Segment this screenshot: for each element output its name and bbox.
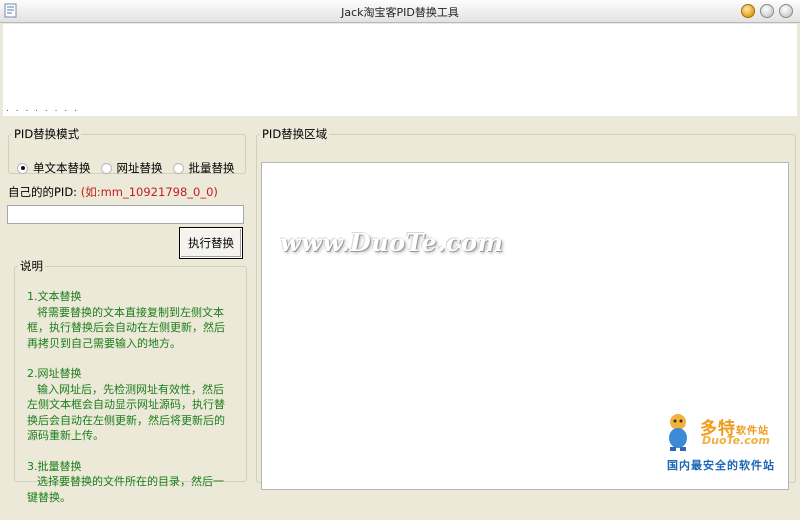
note-heading: 1.文本替换 <box>27 290 82 303</box>
note-heading: 2.网址替换 <box>27 367 82 380</box>
radio-label: 网址替换 <box>116 161 163 175</box>
mode-group: PID替换模式 单文本替换 网址替换 批量替换 <box>8 126 246 176</box>
note-body: 选择要替换的文件所在的目录，然后一键替换。 <box>27 475 224 504</box>
mascot-icon <box>669 414 687 451</box>
logo-slogan: 国内最安全的软件站 <box>667 459 775 472</box>
note-body: 输入网址后，先检测网址有效性，然后左侧文本框会自动显示网址源码，执行替换后会自动… <box>27 382 225 443</box>
replace-area-legend: PID替换区域 <box>262 127 328 141</box>
notes-text: 1.文本替换 将需要替换的文本直接复制到左侧文本框，执行替换后会自动在左侧更新，… <box>27 289 232 520</box>
radio-dot-selected[interactable] <box>17 162 28 174</box>
radio-dot[interactable] <box>172 162 184 174</box>
note-section: 3.批量替换 选择要替换的文件所在的目录，然后一键替换。 <box>27 459 232 506</box>
notes-legend: 说明 <box>20 259 43 273</box>
window-title: Jack淘宝客PID替换工具 <box>341 6 459 19</box>
radio-batch[interactable]: 批量替换 <box>172 160 235 176</box>
mode-group-legend: PID替换模式 <box>14 127 80 141</box>
note-section: 1.文本替换 将需要替换的文本直接复制到左侧文本框，执行替换后会自动在左侧更新，… <box>27 289 232 351</box>
pid-label: 自己的的PID: (如:mm_10921798_0_0) <box>8 184 218 200</box>
radio-label: 批量替换 <box>188 161 235 175</box>
close-button[interactable] <box>779 4 793 18</box>
notes-group: 说明 1.文本替换 将需要替换的文本直接复制到左侧文本框，执行替换后会自动在左侧… <box>14 258 247 504</box>
watermark: www.DuoTe.com <box>280 228 504 257</box>
pid-example: (如:mm_10921798_0_0) <box>80 185 218 199</box>
pid-label-text: 自己的的PID: <box>8 185 78 199</box>
note-body: 将需要替换的文本直接复制到左侧文本框，执行替换后会自动在左侧更新，然后再拷贝到自… <box>27 305 225 350</box>
radio-url[interactable]: 网址替换 <box>100 160 163 176</box>
note-heading: 3.批量替换 <box>27 459 82 473</box>
radio-label: 单文本替换 <box>33 161 91 175</box>
execute-replace-button[interactable]: 执行替换 <box>179 227 243 259</box>
browser-area[interactable] <box>3 24 797 116</box>
pid-input[interactable] <box>7 205 244 224</box>
title-bar: Jack淘宝客PID替换工具 <box>0 0 800 23</box>
minimize-button[interactable] <box>741 4 755 18</box>
status-dots: . . . . . . . . <box>6 104 79 114</box>
logo-url: DuoTe.com <box>702 434 770 447</box>
radio-single-text[interactable]: 单文本替换 <box>17 160 91 176</box>
radio-dot[interactable] <box>100 162 112 174</box>
duote-logo: 多特软件站 DuoTe.com 国内最安全的软件站 <box>665 412 795 474</box>
note-section: 2.网址替换 输入网址后，先检测网址有效性，然后左侧文本框会自动显示网址源码，执… <box>27 366 232 444</box>
maximize-button[interactable] <box>760 4 774 18</box>
